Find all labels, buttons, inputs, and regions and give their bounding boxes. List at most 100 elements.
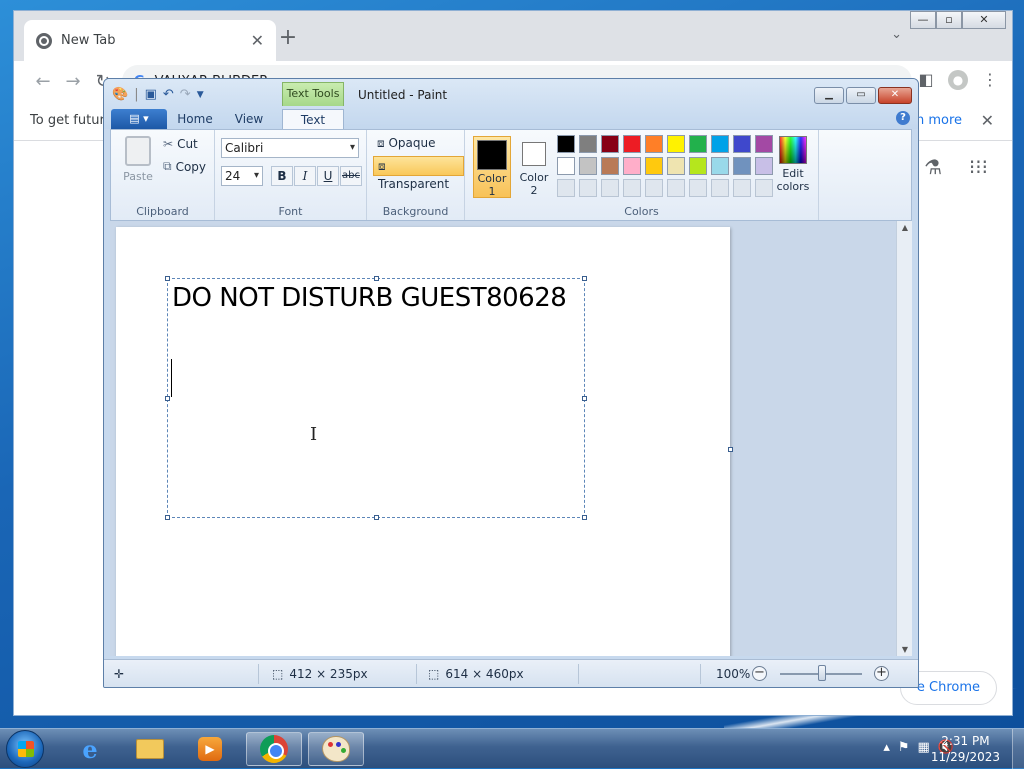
infobar-close-icon[interactable]: ✕ [981,111,994,130]
color2-button[interactable]: Color 2 [515,136,553,197]
palette-swatch[interactable] [733,135,751,153]
palette-swatch[interactable] [711,179,729,197]
redo-icon[interactable]: ↷ [180,87,191,102]
help-icon[interactable]: ? [896,111,910,125]
palette-swatch[interactable] [667,135,685,153]
strikethrough-button[interactable]: abc [340,166,362,186]
taskbar-file-explorer[interactable] [122,732,178,766]
taskbar-internet-explorer[interactable]: e [62,732,118,766]
palette-swatch[interactable] [601,135,619,153]
palette-swatch[interactable] [711,157,729,175]
font-family-select[interactable]: Calibri [221,138,359,158]
paint-minimize-button[interactable]: ▁ [814,87,844,104]
resize-handle-n[interactable] [374,276,379,281]
cut-button[interactable]: ✂ Cut [163,137,198,151]
palette-swatch[interactable] [557,157,575,175]
palette-swatch[interactable] [689,157,707,175]
palette-swatch[interactable] [667,157,685,175]
palette-swatch[interactable] [601,179,619,197]
italic-button[interactable]: I [294,166,316,186]
palette-swatch[interactable] [623,157,641,175]
edit-colors-button[interactable]: Edit colors [771,136,815,193]
tab-close-icon[interactable]: ✕ [251,31,264,50]
palette-swatch[interactable] [645,179,663,197]
profile-avatar-icon[interactable]: ● [948,70,968,90]
palette-swatch[interactable] [711,135,729,153]
clock-time: 2:31 PM [941,734,990,748]
back-arrow-icon[interactable]: ← [28,71,58,92]
taskbar-paint[interactable] [308,732,364,766]
resize-handle-nw[interactable] [165,276,170,281]
forward-arrow-icon[interactable]: → [58,71,88,92]
paint-maximize-button[interactable]: ▭ [846,87,876,104]
zoom-out-button[interactable]: − [752,666,767,681]
close-button[interactable]: ✕ [962,11,1006,29]
palette-swatch[interactable] [733,157,751,175]
copy-button[interactable]: ⧉ Copy [163,159,206,174]
palette-swatch[interactable] [689,135,707,153]
palette-swatch[interactable] [645,135,663,153]
palette-swatch[interactable] [601,157,619,175]
paint-file-menu-button[interactable]: ▤ ▾ [111,109,167,129]
palette-swatch[interactable] [557,135,575,153]
resize-handle-ne[interactable] [582,276,587,281]
tab-text[interactable]: Text [282,109,344,131]
show-desktop-button[interactable] [1012,729,1024,769]
palette-swatch[interactable] [579,157,597,175]
side-panel-icon[interactable]: ◧ [916,70,936,90]
cursor-position-icon: ✛ [114,667,125,681]
transparent-button[interactable]: ⧈ Transparent [373,156,464,191]
color1-button[interactable]: Color 1 [473,136,511,198]
chrome-tab-new-tab[interactable]: New Tab ✕ [24,20,276,61]
tab-view[interactable]: View [224,109,274,131]
resize-handle-e[interactable] [582,396,587,401]
palette-swatch[interactable] [623,135,641,153]
new-tab-button[interactable]: + [276,25,300,50]
tab-home[interactable]: Home [170,109,220,131]
start-button[interactable] [6,730,44,768]
palette-swatch[interactable] [645,157,663,175]
taskbar-media-player[interactable]: ▶ [182,732,238,766]
palette-swatch[interactable] [733,179,751,197]
infobar-learn-more-link[interactable]: n more [916,113,962,128]
labs-flask-icon[interactable]: ⚗ [924,155,942,179]
zoom-slider-thumb[interactable] [818,665,826,681]
palette-swatch[interactable] [579,179,597,197]
resize-handle-se[interactable] [582,515,587,520]
paste-button[interactable]: Paste [121,136,155,183]
palette-swatch[interactable] [667,179,685,197]
paint-close-button[interactable]: ✕ [878,87,912,104]
kebab-menu-icon[interactable]: ⋮ [980,70,1000,90]
undo-icon[interactable]: ↶ [163,87,174,102]
drawing-canvas[interactable]: DO NOT DISTURB GUEST80628 I [116,227,730,656]
tab-search-chevron-icon[interactable]: ⌄ [891,27,902,42]
palette-swatch[interactable] [623,179,641,197]
canvas-text[interactable]: DO NOT DISTURB GUEST80628 [172,283,567,313]
scroll-down-arrow-icon[interactable]: ▼ [897,645,912,654]
bold-button[interactable]: B [271,166,293,186]
minimize-button[interactable]: — [910,11,936,29]
maximize-button[interactable]: ▫ [936,11,962,29]
zoom-in-button[interactable]: + [874,666,889,681]
underline-button[interactable]: U [317,166,339,186]
palette-swatch[interactable] [557,179,575,197]
text-box[interactable]: DO NOT DISTURB GUEST80628 I [165,276,587,520]
font-size-select[interactable]: 24 [221,166,263,186]
action-center-flag-icon[interactable]: ⚑ [898,740,910,755]
palette-swatch[interactable] [689,179,707,197]
vertical-scrollbar[interactable]: ▲ ▼ [896,221,912,656]
canvas-resize-handle-e[interactable] [728,447,733,452]
palette-swatch[interactable] [579,135,597,153]
opaque-button[interactable]: ⧈ Opaque [373,134,440,154]
tray-expand-icon[interactable]: ▴ [883,740,890,755]
qat-dropdown-icon[interactable]: ▼ [197,90,204,100]
resize-handle-sw[interactable] [165,515,170,520]
taskbar-chrome[interactable] [246,732,302,766]
save-icon[interactable]: ▣ [145,87,157,102]
scroll-up-arrow-icon[interactable]: ▲ [897,223,912,232]
clock[interactable]: 2:31 PM 11/29/2023 [931,733,1000,765]
resize-handle-w[interactable] [165,396,170,401]
network-icon[interactable]: ▦ [918,740,930,755]
google-apps-icon[interactable]: ⁝⁝⁝ [969,155,988,179]
resize-handle-s[interactable] [374,515,379,520]
